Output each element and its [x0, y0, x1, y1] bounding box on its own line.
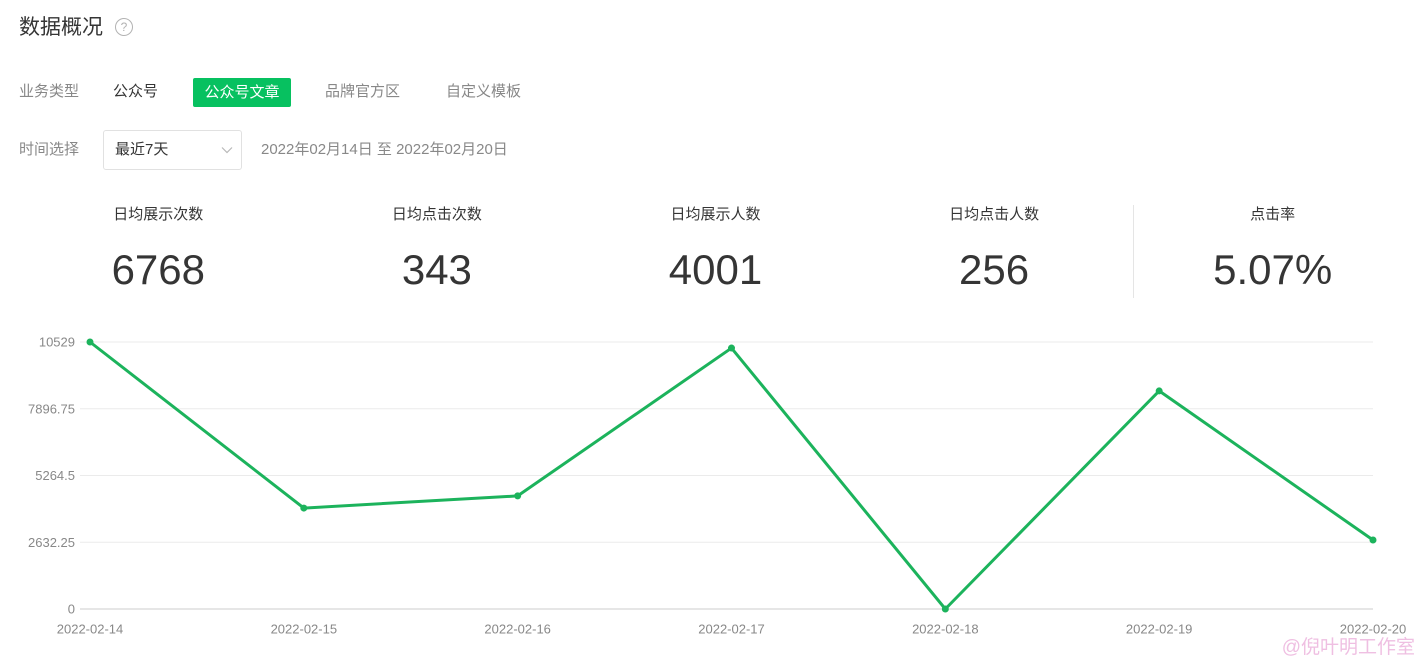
- stats-row: 日均展示次数 6768 日均点击次数 343 日均展示人数 4001 日均点击人…: [19, 200, 1412, 300]
- data-point[interactable]: [86, 338, 94, 346]
- stat-label: 日均点击次数: [391, 206, 482, 223]
- y-tick-label: 10529: [39, 335, 75, 350]
- x-tick-label: 2022-02-19: [1126, 622, 1193, 637]
- stat-value: 5.07%: [1213, 246, 1333, 293]
- data-point[interactable]: [300, 504, 308, 512]
- question-circle-icon[interactable]: [115, 18, 133, 36]
- x-tick-label: 2022-02-15: [271, 622, 338, 637]
- chevron-down-icon: [221, 147, 233, 154]
- y-tick-label: 0: [68, 602, 75, 617]
- stat-value: 4001: [668, 246, 763, 293]
- type-option-official-account[interactable]: 公众号: [113, 82, 158, 102]
- stat-click-rate: 点击率 5.07%: [1133, 200, 1412, 300]
- time-range-dropdown[interactable]: 最近7天: [103, 130, 242, 170]
- stat-label: 点击率: [1250, 206, 1296, 223]
- stats-divider: [1133, 205, 1134, 298]
- type-option-custom-template[interactable]: 自定义模板: [446, 82, 521, 102]
- stat-label: 日均展示次数: [113, 206, 204, 223]
- stat-daily-impressions: 日均展示次数 6768: [19, 200, 298, 300]
- data-point[interactable]: [514, 492, 522, 500]
- y-tick-label: 2632.25: [28, 535, 75, 550]
- page-title: 数据概况: [19, 16, 103, 39]
- time-range-value: 最近7天: [115, 141, 169, 158]
- x-tick-label: 2022-02-20: [1340, 622, 1407, 637]
- stat-value: 343: [401, 246, 472, 293]
- stat-daily-clicks: 日均点击次数 343: [298, 200, 577, 300]
- data-point[interactable]: [728, 344, 735, 352]
- line-chart: 0 2632.25 5264.5 7896.75 10529 2022-02-14 2022…: [28, 335, 1407, 637]
- type-option-article[interactable]: 公众号文章: [193, 78, 291, 107]
- x-tick-label: 2022-02-17: [698, 622, 765, 637]
- stat-daily-click-users: 日均点击人数 256: [855, 200, 1134, 300]
- time-select-label: 时间选择: [19, 141, 80, 158]
- y-tick-label: 7896.75: [28, 401, 75, 416]
- stat-daily-impression-users: 日均展示人数 4001: [576, 200, 855, 300]
- x-tick-label: 2022-02-18: [912, 622, 979, 637]
- x-tick-label: 2022-02-16: [484, 622, 551, 637]
- data-point[interactable]: [941, 605, 949, 613]
- stat-value: 6768: [111, 246, 206, 293]
- type-option-brand-zone[interactable]: 品牌官方区: [325, 82, 400, 102]
- x-tick-label: 2022-02-14: [57, 622, 124, 637]
- stat-label: 日均点击人数: [949, 206, 1040, 223]
- date-range-text: 2022年02月14日 至 2022年02月20日: [261, 141, 508, 158]
- y-tick-label: 5264.5: [35, 468, 75, 483]
- stat-label: 日均展示人数: [670, 206, 761, 223]
- stat-value: 256: [959, 246, 1030, 293]
- watermark: @倪叶明工作室: [1281, 637, 1415, 658]
- business-type-label: 业务类型: [19, 83, 80, 100]
- data-point[interactable]: [1155, 387, 1163, 395]
- data-point[interactable]: [1369, 536, 1377, 544]
